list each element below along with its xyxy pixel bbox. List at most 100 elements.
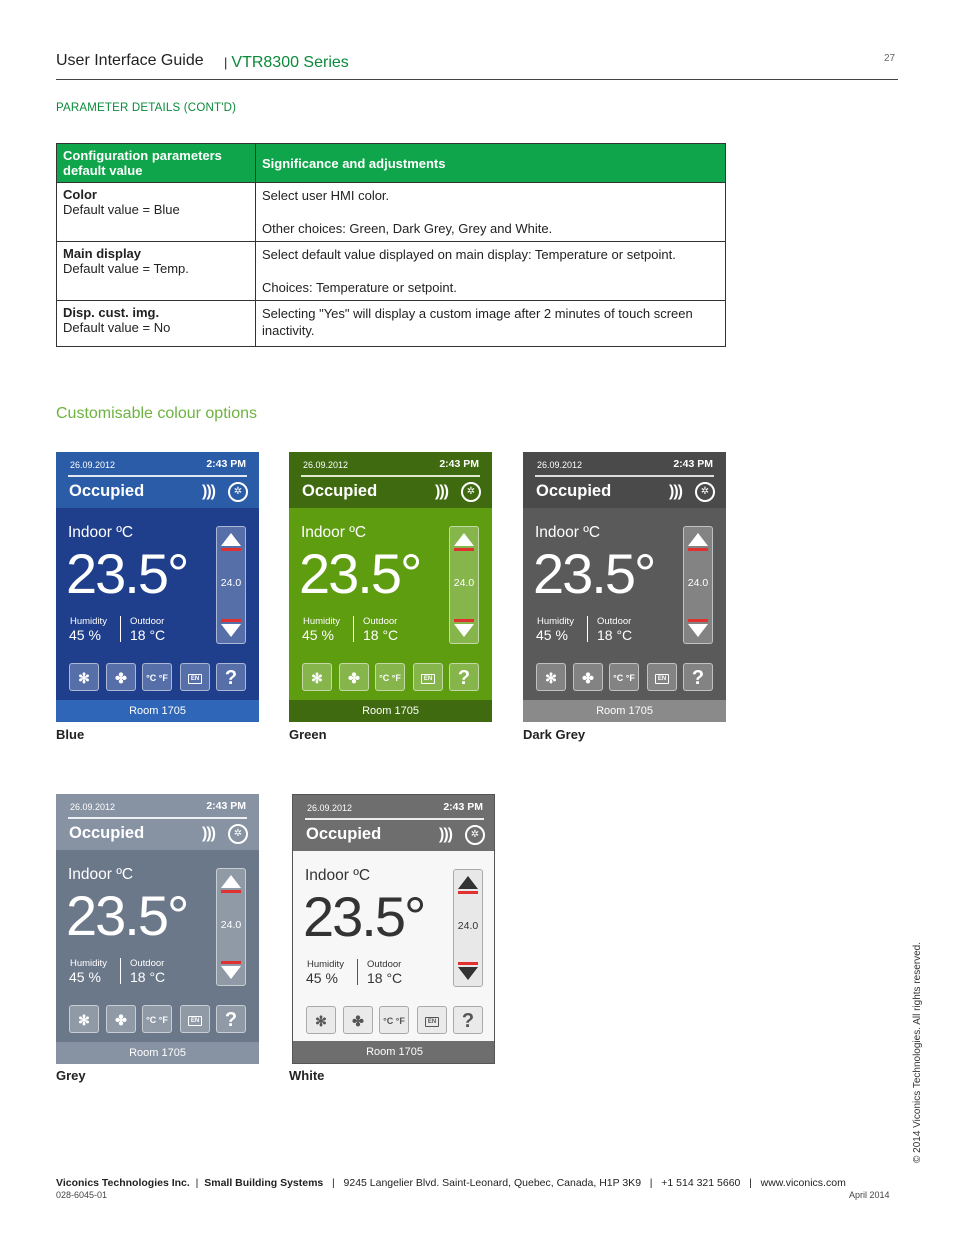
indoor-label: Indoor ºC: [68, 866, 134, 883]
help-icon: ?: [224, 667, 238, 689]
caption-blue: Blue: [56, 727, 85, 742]
setpoint-down-arrow-icon[interactable]: [221, 966, 241, 979]
setpoint-value: 24.0: [457, 920, 479, 932]
setpoint-up-arrow-icon[interactable]: [221, 533, 241, 546]
system-mode-button[interactable]: ✻: [306, 1006, 336, 1034]
units-button[interactable]: °C °F: [142, 663, 172, 691]
fan-icon: ✤: [115, 670, 127, 686]
humidity-label: Humidity: [303, 616, 340, 627]
column-header-parameter: Configuration parameters default value: [56, 143, 256, 183]
occupancy-status: Occupied: [306, 825, 382, 843]
description-text: Choices: Temperature or setpoint.: [262, 280, 457, 295]
system-mode-button[interactable]: ✻: [536, 663, 566, 691]
humidity-value: 45 %: [302, 627, 334, 643]
setpoint-up-arrow-icon[interactable]: [221, 875, 241, 888]
setpoint-slider[interactable]: 24.0: [453, 869, 483, 987]
setpoint-up-arrow-icon[interactable]: [454, 533, 474, 546]
humidity-label: Humidity: [70, 616, 107, 627]
fan-mode-button[interactable]: ✤: [343, 1006, 373, 1034]
date-display: 26.09.2012: [307, 803, 353, 813]
occupancy-status: Occupied: [536, 482, 612, 500]
units-button[interactable]: °C °F: [609, 663, 639, 691]
footer-website[interactable]: www.viconics.com: [761, 1177, 846, 1189]
setpoint-down-arrow-icon[interactable]: [454, 624, 474, 637]
setpoint-slider[interactable]: 24.0: [449, 526, 479, 644]
setpoint-down-arrow-icon[interactable]: [688, 624, 708, 637]
publication-date: April 2014: [849, 1190, 890, 1200]
help-button[interactable]: ?: [453, 1006, 483, 1034]
thermostat-green: 26.09.2012 2:43 PM Occupied ))) ✲ Indoor…: [289, 452, 492, 722]
units-button[interactable]: °C °F: [379, 1006, 409, 1034]
guide-title: User Interface Guide: [56, 52, 204, 69]
setpoint-down-bar: [458, 962, 478, 965]
page-number: 27: [884, 53, 896, 64]
units-button[interactable]: °C °F: [375, 663, 405, 691]
fan-mode-button[interactable]: ✤: [573, 663, 603, 691]
description-text: Other choices: Green, Dark Grey, Grey an…: [262, 221, 553, 236]
reading-divider: [357, 959, 358, 985]
temperature-display: 23.5°: [66, 884, 189, 947]
language-button[interactable]: EN: [180, 663, 210, 691]
status-bar: 26.09.2012 2:43 PM Occupied ))) ✲: [56, 794, 259, 850]
indoor-label: Indoor ºC: [301, 524, 367, 541]
temperature-display: 23.5°: [533, 542, 656, 605]
language-button[interactable]: EN: [180, 1005, 210, 1033]
indoor-label: Indoor ºC: [305, 867, 371, 884]
fan-mode-button[interactable]: ✤: [106, 663, 136, 691]
humidity-label: Humidity: [70, 958, 107, 969]
language-icon: EN: [654, 674, 670, 685]
fan-icon: ✲: [228, 482, 248, 502]
setpoint-slider[interactable]: 24.0: [216, 868, 246, 986]
setpoint-up-arrow-icon[interactable]: [458, 876, 478, 889]
setpoint-slider[interactable]: 24.0: [683, 526, 713, 644]
parameter-default: Default value = No: [63, 320, 171, 335]
description-text: Selecting "Yes" will display a custom im…: [262, 306, 693, 338]
status-bar: 26.09.2012 2:43 PM Occupied ))) ✲: [56, 452, 259, 508]
units-button[interactable]: °C °F: [142, 1005, 172, 1033]
units-icon: °C °F: [146, 1015, 168, 1025]
fan-mode-button[interactable]: ✤: [106, 1005, 136, 1033]
setpoint-up-bar: [688, 548, 708, 551]
outdoor-label: Outdoor: [130, 616, 165, 627]
outdoor-label: Outdoor: [363, 616, 398, 627]
time-display: 2:43 PM: [206, 800, 246, 812]
language-button[interactable]: EN: [413, 663, 443, 691]
header-divider: [68, 817, 247, 819]
language-button[interactable]: EN: [417, 1006, 447, 1034]
help-icon: ?: [461, 1010, 475, 1032]
heat-cool-mode-icon: ✻: [78, 1012, 90, 1028]
system-mode-button[interactable]: ✻: [69, 1005, 99, 1033]
footer-company: Viconics Technologies Inc.: [56, 1177, 190, 1189]
series-title: | VTR8300 Series: [224, 54, 349, 72]
humidity-value: 45 %: [69, 969, 101, 985]
fan-mode-button[interactable]: ✤: [339, 663, 369, 691]
date-display: 26.09.2012: [303, 460, 349, 470]
help-button[interactable]: ?: [449, 663, 479, 691]
setpoint-down-arrow-icon[interactable]: [221, 624, 241, 637]
date-display: 26.09.2012: [537, 460, 583, 470]
heat-waves-icon: ))): [435, 483, 449, 500]
thermostat-dark-grey: 26.09.2012 2:43 PM Occupied ))) ✲ Indoor…: [523, 452, 726, 722]
setpoint-up-arrow-icon[interactable]: [688, 533, 708, 546]
units-icon: °C °F: [146, 673, 168, 683]
help-button[interactable]: ?: [216, 1005, 246, 1033]
heat-cool-mode-icon: ✻: [315, 1013, 327, 1029]
language-button[interactable]: EN: [647, 663, 677, 691]
heat-waves-icon: ))): [669, 483, 683, 500]
help-button[interactable]: ?: [216, 663, 246, 691]
header-divider: [535, 475, 714, 477]
copyright-notice: © 2014 Viconics Technologies. All rights…: [912, 941, 923, 1163]
help-button[interactable]: ?: [683, 663, 713, 691]
heat-waves-icon: ))): [202, 483, 216, 500]
parameter-cell: Main display Default value = Temp.: [56, 241, 256, 301]
units-icon: °C °F: [383, 1016, 405, 1026]
setpoint-down-arrow-icon[interactable]: [458, 967, 478, 980]
temperature-display: 23.5°: [299, 542, 422, 605]
system-mode-button[interactable]: ✻: [69, 663, 99, 691]
setpoint-value: 24.0: [220, 577, 242, 589]
system-mode-button[interactable]: ✻: [302, 663, 332, 691]
setpoint-value: 24.0: [687, 577, 709, 589]
setpoint-slider[interactable]: 24.0: [216, 526, 246, 644]
series-name: VTR8300 Series: [231, 54, 349, 71]
section-title: PARAMETER DETAILS (CONT'D): [56, 102, 237, 114]
